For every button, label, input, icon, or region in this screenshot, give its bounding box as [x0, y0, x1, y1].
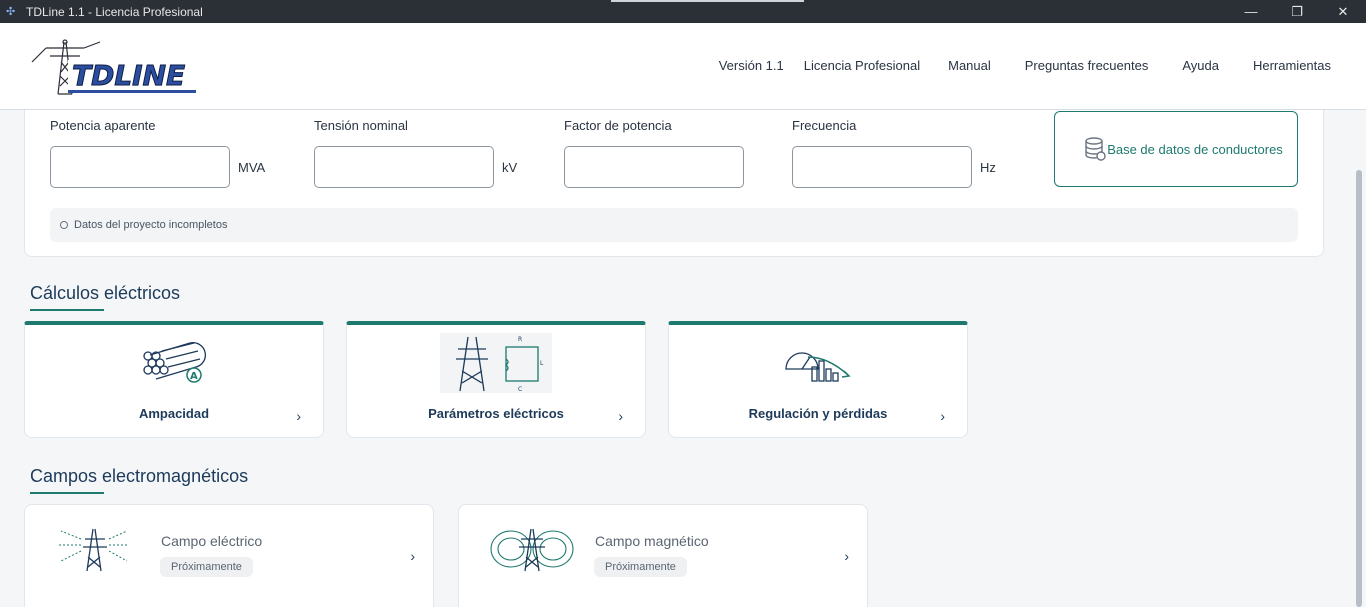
electrical-parameters-card[interactable]: R L C Parámetros eléctricos › [346, 321, 646, 438]
svg-text:C: C [518, 386, 522, 393]
tower-rlc-icon: R L C [440, 333, 552, 393]
tdline-logo: TDLINE [31, 39, 196, 95]
electrical-calcs-heading: Cálculos eléctricos [30, 283, 181, 303]
frequency-label: Frecuencia [792, 118, 857, 133]
apparent-power-input[interactable] [50, 146, 230, 188]
electrical-calcs-underline [30, 309, 104, 311]
database-icon [1085, 137, 1106, 161]
ampacity-label: Ampacidad [138, 406, 210, 421]
close-button[interactable]: ✕ [1320, 0, 1366, 23]
project-status-text: Datos del proyecto incompletos [74, 219, 228, 231]
regulation-losses-card[interactable]: Regulación y pérdidas › [668, 321, 968, 438]
electrical-parameters-label: Parámetros eléctricos [428, 406, 564, 421]
magnetic-field-card[interactable]: Campo magnético Próximamente › [458, 504, 868, 607]
chevron-right-icon: › [296, 408, 301, 424]
chevron-right-icon: › [844, 548, 849, 564]
electric-field-card[interactable]: Campo eléctrico Próximamente › [24, 504, 434, 607]
nav-tools[interactable]: Herramientas [1253, 58, 1331, 73]
nominal-voltage-unit: kV [502, 160, 518, 175]
frequency-input[interactable] [792, 146, 972, 188]
em-fields-underline [30, 492, 104, 494]
project-status-bar: Datos del proyecto incompletos [50, 208, 1298, 242]
nav-faq[interactable]: Preguntas frecuentes [1025, 58, 1149, 73]
nav-help[interactable]: Ayuda [1182, 58, 1219, 73]
maximize-button[interactable]: ❐ [1274, 0, 1320, 23]
ampacity-card[interactable]: A Ampacidad › [24, 321, 324, 438]
coming-soon-badge: Próximamente [160, 557, 253, 577]
gauge-losses-icon [785, 352, 851, 382]
electric-field-tower-icon [59, 528, 129, 572]
chevron-right-icon: › [410, 548, 415, 564]
nominal-voltage-label: Tensión nominal [314, 118, 408, 133]
app-icon: ✣ [6, 5, 16, 18]
main-nav: Versión 1.1 Licencia Profesional Manual … [719, 58, 1331, 73]
conductor-database-label: Base de datos de conductores [1107, 141, 1283, 157]
minimize-button[interactable]: — [1228, 0, 1274, 23]
conductor-ampacity-icon: A [143, 341, 207, 383]
svg-text:TDLINE: TDLINE [72, 59, 185, 92]
app-header: TDLINE Versión 1.1 Licencia Profesional … [0, 23, 1366, 110]
chevron-right-icon: › [940, 408, 945, 424]
titlebar-accent-strip [611, 0, 804, 2]
nominal-voltage-input[interactable] [314, 146, 494, 188]
svg-text:A: A [190, 371, 198, 382]
magnetic-field-label: Campo magnético [595, 533, 709, 549]
status-circle-icon [60, 221, 68, 229]
magnetic-field-tower-icon [490, 528, 574, 572]
chevron-right-icon: › [618, 408, 623, 424]
power-factor-label: Factor de potencia [564, 118, 672, 133]
power-factor-input[interactable] [564, 146, 744, 188]
scrollbar-thumb[interactable] [1356, 170, 1362, 607]
nav-version[interactable]: Versión 1.1 [719, 58, 784, 73]
electric-field-label: Campo eléctrico [161, 533, 263, 549]
vertical-scrollbar[interactable] [1352, 110, 1366, 607]
svg-text:R: R [518, 336, 522, 343]
conductor-database-button[interactable]: Base de datos de conductores [1054, 111, 1298, 187]
em-fields-heading: Campos electromagnéticos [30, 466, 249, 486]
frequency-unit: Hz [980, 160, 996, 175]
apparent-power-unit: MVA [238, 160, 266, 175]
window-titlebar: ✣ TDLine 1.1 - Licencia Profesional — ❐ … [0, 0, 1366, 23]
nav-manual[interactable]: Manual [948, 58, 991, 73]
apparent-power-label: Potencia aparente [50, 118, 156, 133]
coming-soon-badge: Próximamente [594, 557, 687, 577]
window-title: TDLine 1.1 - Licencia Profesional [26, 4, 203, 19]
nav-license[interactable]: Licencia Profesional [804, 58, 920, 73]
regulation-losses-label: Regulación y pérdidas [748, 406, 888, 421]
